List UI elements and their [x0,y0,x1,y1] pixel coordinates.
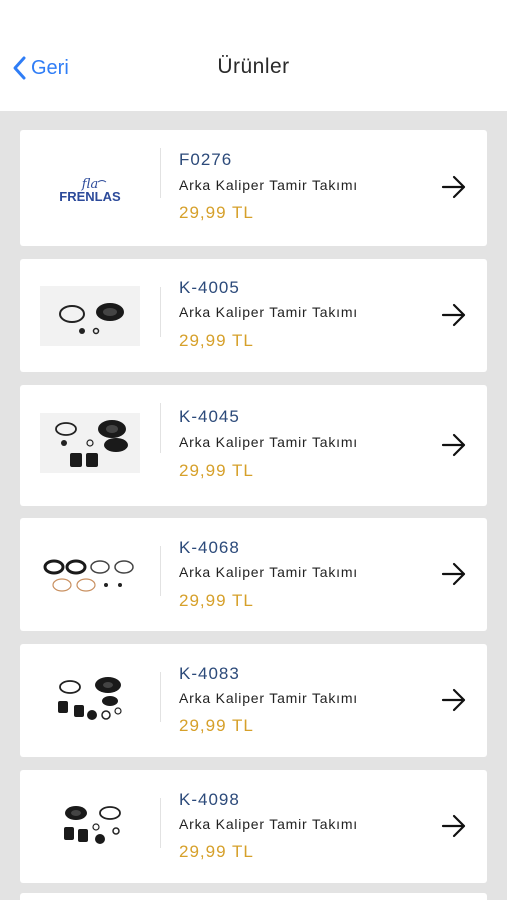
product-price: 29,99 TL [179,331,254,350]
product-card[interactable]: K-4045 Arka Kaliper Tamir Takımı 29,99 T… [20,385,487,506]
arrow-right-icon[interactable] [440,560,468,588]
product-name: Arka Kaliper Tamir Takımı [179,690,358,706]
product-name: Arka Kaliper Tamir Takımı [179,564,358,580]
product-name: Arka Kaliper Tamir Takımı [179,434,358,450]
divider [160,287,161,337]
product-code: K-4098 [179,790,240,809]
product-code: K-4005 [179,278,240,297]
product-price: 29,99 TL [179,591,254,610]
divider [160,148,161,198]
product-name: Arka Kaliper Tamir Takımı [179,304,358,320]
frenlas-logo: fla FRENLAS [40,158,140,218]
product-name: Arka Kaliper Tamir Takımı [179,177,358,193]
seal-kit-image [40,797,140,857]
product-price: 29,99 TL [179,842,254,861]
product-code: K-4068 [179,538,240,557]
product-card[interactable]: fla FRENLAS F0276 Arka Kaliper Tamir Tak… [20,130,487,246]
product-code: K-4083 [179,664,240,683]
product-card-partial[interactable] [20,893,487,900]
seal-kit-image [40,671,140,731]
divider [160,672,161,722]
seal-kit-image [40,413,140,473]
product-card[interactable]: K-4083 Arka Kaliper Tamir Takımı 29,99 T… [20,644,487,757]
logo-text: FRENLAS [59,189,121,204]
divider [160,798,161,848]
product-code: K-4045 [179,407,240,426]
product-price: 29,99 TL [179,461,254,480]
seal-kit-image [40,545,140,605]
product-price: 29,99 TL [179,716,254,735]
product-card[interactable]: K-4005 Arka Kaliper Tamir Takımı 29,99 T… [20,259,487,372]
arrow-right-icon[interactable] [440,173,468,201]
product-card[interactable]: K-4068 Arka Kaliper Tamir Takımı 29,99 T… [20,518,487,631]
divider [160,403,161,453]
page-title: Ürünler [217,55,290,78]
navigation-bar: Geri Ürünler [0,0,507,111]
divider [160,546,161,596]
product-code: F0276 [179,150,233,169]
arrow-right-icon[interactable] [440,431,468,459]
product-name: Arka Kaliper Tamir Takımı [179,816,358,832]
seal-kit-image [40,286,140,346]
product-price: 29,99 TL [179,203,254,222]
product-card[interactable]: K-4098 Arka Kaliper Tamir Takımı 29,99 T… [20,770,487,883]
arrow-right-icon[interactable] [440,686,468,714]
arrow-right-icon[interactable] [440,812,468,840]
arrow-right-icon[interactable] [440,301,468,329]
